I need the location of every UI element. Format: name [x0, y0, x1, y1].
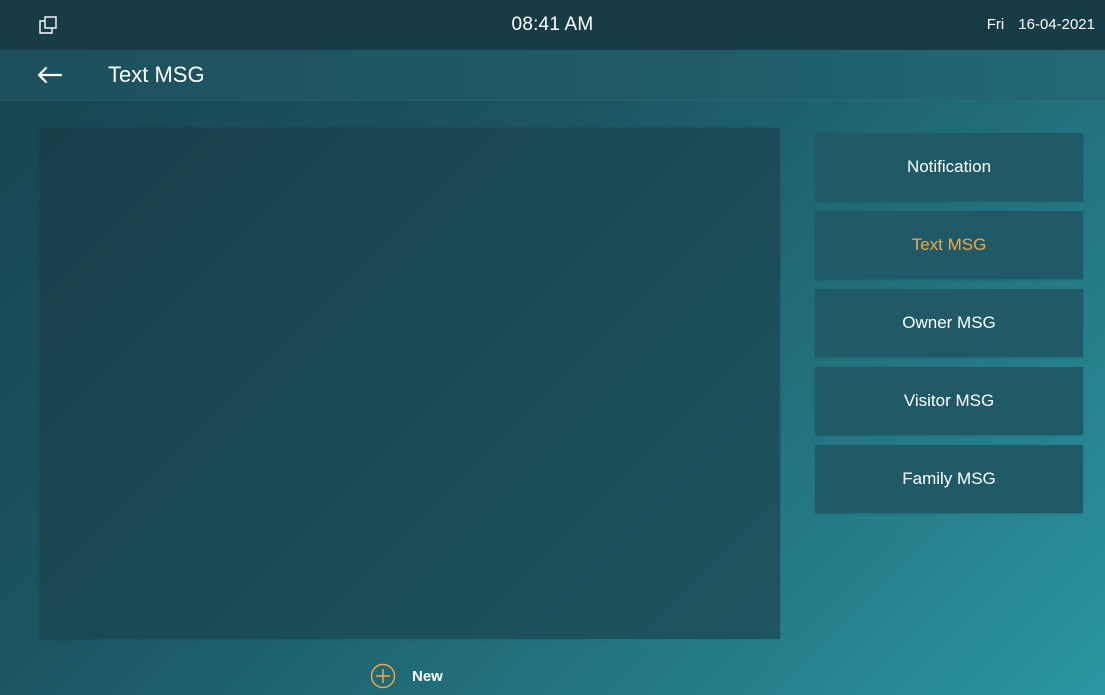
arrow-left-icon	[37, 66, 63, 84]
date-text: 16-04-2021	[1018, 16, 1095, 33]
plus-circle-icon	[370, 663, 396, 689]
day-of-week: Fri	[986, 16, 1005, 33]
title-bar: Text MSG	[0, 50, 1105, 101]
new-button-label: New	[412, 667, 443, 685]
new-message-button[interactable]: New	[370, 662, 443, 690]
status-bar: 08:41 AM Fri 16-04-2021	[0, 0, 1105, 50]
page-title: Text MSG	[108, 62, 205, 87]
category-visitor-msg[interactable]: Visitor MSG	[815, 367, 1083, 435]
back-button[interactable]	[34, 60, 66, 90]
clock-time: 08:41 AM	[511, 14, 594, 35]
category-owner-msg[interactable]: Owner MSG	[815, 289, 1083, 357]
date-display: Fri 16-04-2021	[987, 16, 1095, 33]
category-family-msg[interactable]: Family MSG	[815, 445, 1083, 513]
category-menu: Notification Text MSG Owner MSG Visitor …	[815, 133, 1083, 523]
category-text-msg[interactable]: Text MSG	[815, 211, 1083, 279]
category-notification[interactable]: Notification	[815, 133, 1083, 201]
message-list-panel	[40, 128, 780, 639]
